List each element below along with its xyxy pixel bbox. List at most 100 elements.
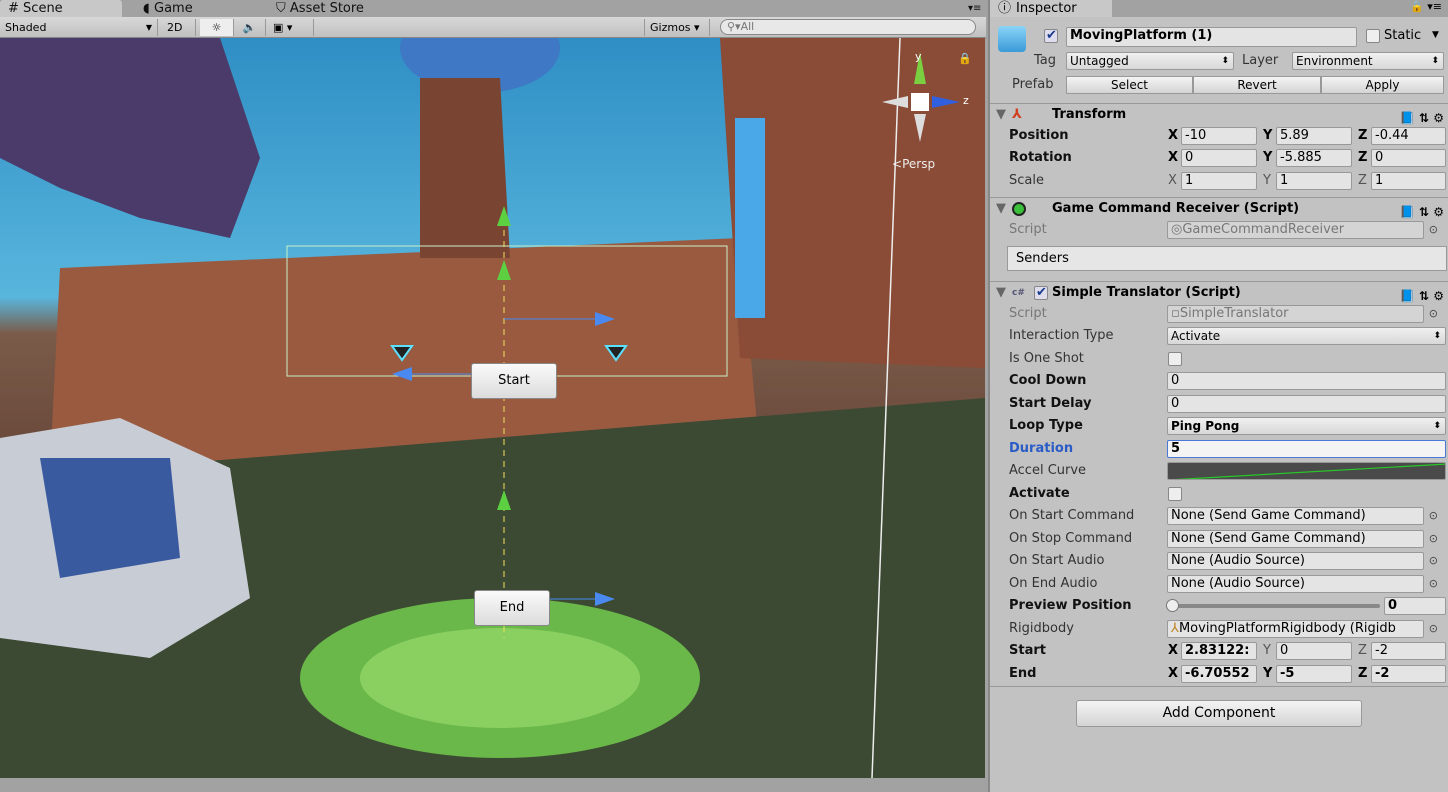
info-icon: ⓘ (998, 1, 1012, 16)
tab-inspector[interactable]: ⓘ Inspector (990, 0, 1112, 17)
cool-down-field[interactable]: 0 (1167, 372, 1446, 390)
rigidbody-value: MovingPlatformRigidbody (Rigidb (1178, 621, 1396, 636)
projection-toggle[interactable]: <Persp (892, 157, 935, 171)
on-start-audio-field[interactable]: None (Audio Source) (1167, 552, 1424, 570)
start-delay-label: Start Delay (1009, 396, 1092, 411)
panel-menu-icon[interactable]: ▾≡ (960, 0, 989, 17)
object-picker-icon[interactable]: ⊙ (1429, 573, 1438, 594)
tab-asset-store[interactable]: ⛉ Asset Store (268, 0, 372, 17)
gizmo-y-label: y (915, 50, 922, 63)
position-z-field[interactable]: -0.44 (1371, 127, 1446, 145)
bag-icon: ⛉ (276, 1, 286, 16)
rotation-x-field[interactable]: 0 (1181, 149, 1257, 167)
end-y-field[interactable]: -5 (1276, 665, 1352, 683)
tab-scene[interactable]: # Scene (0, 0, 122, 17)
tab-label: Asset Store (289, 1, 364, 16)
shading-value: Shaded (5, 21, 47, 34)
simple-translator-header[interactable]: ▼ c# ✔ Simple Translator (Script) 📘 ⇅ ⚙ (990, 281, 1448, 303)
audio-toggle-icon[interactable]: 🔈 (234, 19, 266, 36)
static-dropdown-icon[interactable]: ▼ (1432, 25, 1439, 46)
rigidbody-label: Rigidbody (1009, 621, 1074, 636)
object-picker-icon[interactable]: ⊙ (1429, 550, 1438, 571)
rotation-z-field[interactable]: 0 (1371, 149, 1446, 167)
rigidbody-field[interactable]: ⅄MovingPlatformRigidbody (Rigidb (1167, 620, 1424, 638)
add-component-button[interactable]: Add Component (1076, 700, 1362, 727)
gizmos-label: Gizmos (650, 21, 691, 34)
accel-curve-field[interactable] (1167, 462, 1446, 480)
end-x-field[interactable]: -6.70552 (1181, 665, 1257, 683)
is-one-shot-label: Is One Shot (1009, 351, 1084, 366)
lock-icon[interactable]: 🔒 (958, 52, 972, 65)
scene-viewport[interactable]: y z 🔒 <Persp Start End (0, 38, 985, 778)
end-label: End (1009, 666, 1037, 681)
start-delay-field[interactable]: 0 (1167, 395, 1446, 413)
loop-type-dropdown[interactable]: Ping Pong (1167, 417, 1446, 435)
hash-icon: # (8, 1, 19, 16)
prefab-apply-button[interactable]: Apply (1321, 76, 1444, 94)
shading-dropdown[interactable]: Shaded ▼ (0, 19, 158, 36)
component-enabled-checkbox[interactable]: ✔ (1034, 285, 1048, 300)
on-end-audio-field[interactable]: None (Audio Source) (1167, 575, 1424, 593)
2d-toggle[interactable]: 2D (162, 19, 196, 36)
scale-z-field[interactable]: 1 (1371, 172, 1446, 190)
gizmos-dropdown[interactable]: Gizmos ▾ (644, 19, 710, 36)
activate-label: Activate (1009, 486, 1070, 501)
on-start-command-field[interactable]: None (Send Game Command) (1167, 507, 1424, 525)
position-y-field[interactable]: 5.89 (1276, 127, 1352, 145)
rotation-y-field[interactable]: -5.885 (1276, 149, 1352, 167)
object-picker-icon[interactable]: ⊙ (1429, 618, 1438, 639)
object-picker-icon[interactable]: ⊙ (1429, 505, 1438, 526)
gizmo-z-label: z (963, 94, 969, 107)
on-start-command-label: On Start Command (1009, 508, 1135, 523)
foldout-arrow-icon[interactable]: ▼ (996, 198, 1006, 220)
slider-thumb[interactable] (1166, 599, 1179, 612)
tab-label: Inspector (1016, 1, 1077, 16)
foldout-arrow-icon[interactable]: ▼ (996, 282, 1006, 304)
tab-game[interactable]: ◖ Game (135, 0, 201, 17)
end-z-field[interactable]: -2 (1371, 665, 1446, 683)
prefab-select-button[interactable]: Select (1066, 76, 1193, 94)
static-checkbox[interactable] (1366, 29, 1380, 43)
script-label: Script (1009, 222, 1047, 237)
interaction-type-dropdown[interactable]: Activate (1167, 327, 1446, 345)
duration-field[interactable]: 5 (1167, 440, 1446, 458)
start-label: Start (1009, 643, 1046, 658)
scale-label: Scale (1009, 173, 1044, 188)
tag-dropdown[interactable]: Untagged (1066, 52, 1234, 70)
layer-label: Layer (1242, 53, 1279, 68)
layer-dropdown[interactable]: Environment (1292, 52, 1444, 70)
on-end-audio-label: On End Audio (1009, 576, 1098, 591)
position-label: Position (1009, 128, 1069, 143)
activate-checkbox[interactable] (1168, 487, 1182, 501)
start-z-field[interactable]: -2 (1371, 642, 1446, 660)
script-field: ▫SimpleTranslator (1167, 305, 1424, 323)
scale-x-field[interactable]: 1 (1181, 172, 1257, 190)
hierarchy-search-input[interactable]: ⚲▾All (720, 19, 976, 35)
start-x-field[interactable]: 2.83122: (1181, 642, 1257, 660)
object-name-input[interactable]: MovingPlatform (1) (1066, 27, 1357, 47)
position-x-field[interactable]: -10 (1181, 127, 1257, 145)
start-y-field[interactable]: 0 (1276, 642, 1352, 660)
active-checkbox[interactable]: ✔ (1044, 28, 1058, 43)
persp-label: Persp (902, 157, 936, 171)
static-label: Static (1384, 28, 1422, 43)
search-placeholder: All (740, 20, 755, 33)
on-start-audio-label: On Start Audio (1009, 553, 1105, 568)
preview-position-field[interactable]: 0 (1384, 597, 1446, 615)
object-picker-icon[interactable]: ⊙ (1429, 528, 1438, 549)
object-picker-icon[interactable]: ⊙ (1429, 303, 1438, 324)
scale-y-field[interactable]: 1 (1276, 172, 1352, 190)
lighting-toggle-icon[interactable]: ☼ (200, 19, 234, 36)
lock-menu-icon[interactable]: 🔒 ▾≡ (1410, 0, 1442, 13)
effects-dropdown-icon[interactable]: ▣ ▾ (268, 19, 314, 36)
preview-position-slider[interactable] (1170, 604, 1380, 608)
object-picker-icon[interactable]: ⊙ (1429, 219, 1438, 240)
game-command-receiver-header[interactable]: ▼ Game Command Receiver (Script) 📘 ⇅ ⚙ (990, 197, 1448, 219)
prefab-revert-button[interactable]: Revert (1193, 76, 1321, 94)
scene-render (0, 38, 985, 778)
is-one-shot-checkbox[interactable] (1168, 352, 1182, 366)
foldout-arrow-icon[interactable]: ▼ (996, 104, 1006, 126)
senders-list[interactable]: Senders (1007, 246, 1447, 271)
transform-header[interactable]: ▼ ⅄ Transform 📘 ⇅ ⚙ (990, 103, 1448, 125)
on-stop-command-field[interactable]: None (Send Game Command) (1167, 530, 1424, 548)
